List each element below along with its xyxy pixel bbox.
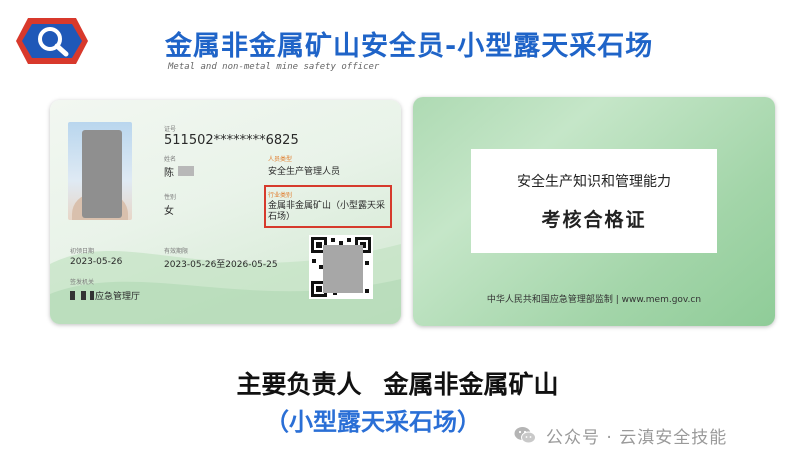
certificate-line1: 安全生产知识和管理能力 <box>517 174 671 190</box>
name-value: 陈 <box>164 168 174 179</box>
gender-value: 女 <box>164 206 174 217</box>
gender-label: 性别 <box>164 194 177 201</box>
cert-no-label: 证号 <box>164 126 177 133</box>
issuer-mask <box>81 291 86 300</box>
first-issue-label: 初领日期 <box>70 248 95 255</box>
person-type-label: 人员类型 <box>268 156 293 163</box>
industry-value: 金属非金属矿山（小型露天采石场） <box>268 201 386 222</box>
certificate-back: 安全生产知识和管理能力 考核合格证 中华人民共和国应急管理部监制 | www.m… <box>413 97 775 326</box>
page-subtitle: Metal and non-metal mine safety officer <box>168 62 380 72</box>
certificate-title-panel: 安全生产知识和管理能力 考核合格证 <box>471 149 717 253</box>
watermark-text: 公众号 · 云滇安全技能 <box>546 427 728 448</box>
photo-mask <box>82 130 122 218</box>
id-photo <box>68 122 132 220</box>
caption-category: 金属非金属矿山 <box>383 370 559 399</box>
watermark: 公众号 · 云滇安全技能 <box>514 424 728 448</box>
qr-code <box>309 235 373 299</box>
caption-role: 主要负责人 <box>236 370 362 399</box>
name-mask <box>178 166 194 176</box>
issuer-mask <box>70 291 75 300</box>
cert-no: 511502********6825 <box>164 133 299 148</box>
wechat-icon <box>514 427 536 444</box>
caption-line2: （小型露天采石场） <box>265 408 481 436</box>
name-label: 姓名 <box>164 156 177 163</box>
certificate-front: 证号 511502********6825 姓名 陈 人员类型 安全生产管理人员… <box>50 100 401 324</box>
industry-label: 行业类别 <box>268 192 293 199</box>
validity-value: 2023-05-26至2026-05-25 <box>164 260 278 270</box>
qr-mask <box>323 245 363 293</box>
issuer-value: 应急管理厅 <box>95 292 141 302</box>
page-title: 金属非金属矿山安全员-小型露天采石场 <box>165 31 654 62</box>
person-type-value: 安全生产管理人员 <box>268 167 341 177</box>
certificate-line2: 考核合格证 <box>541 209 647 231</box>
caption-line1: 主要负责人 金属非金属矿山 <box>0 365 795 401</box>
certificate-footer: 中华人民共和国应急管理部监制 | www.mem.gov.cn <box>486 295 702 305</box>
issuer-label: 签发机关 <box>70 279 95 286</box>
search-logo-icon <box>16 18 88 64</box>
first-issue-value: 2023-05-26 <box>70 257 123 267</box>
issuer-mask <box>90 291 94 300</box>
validity-label: 有效期限 <box>164 248 189 255</box>
